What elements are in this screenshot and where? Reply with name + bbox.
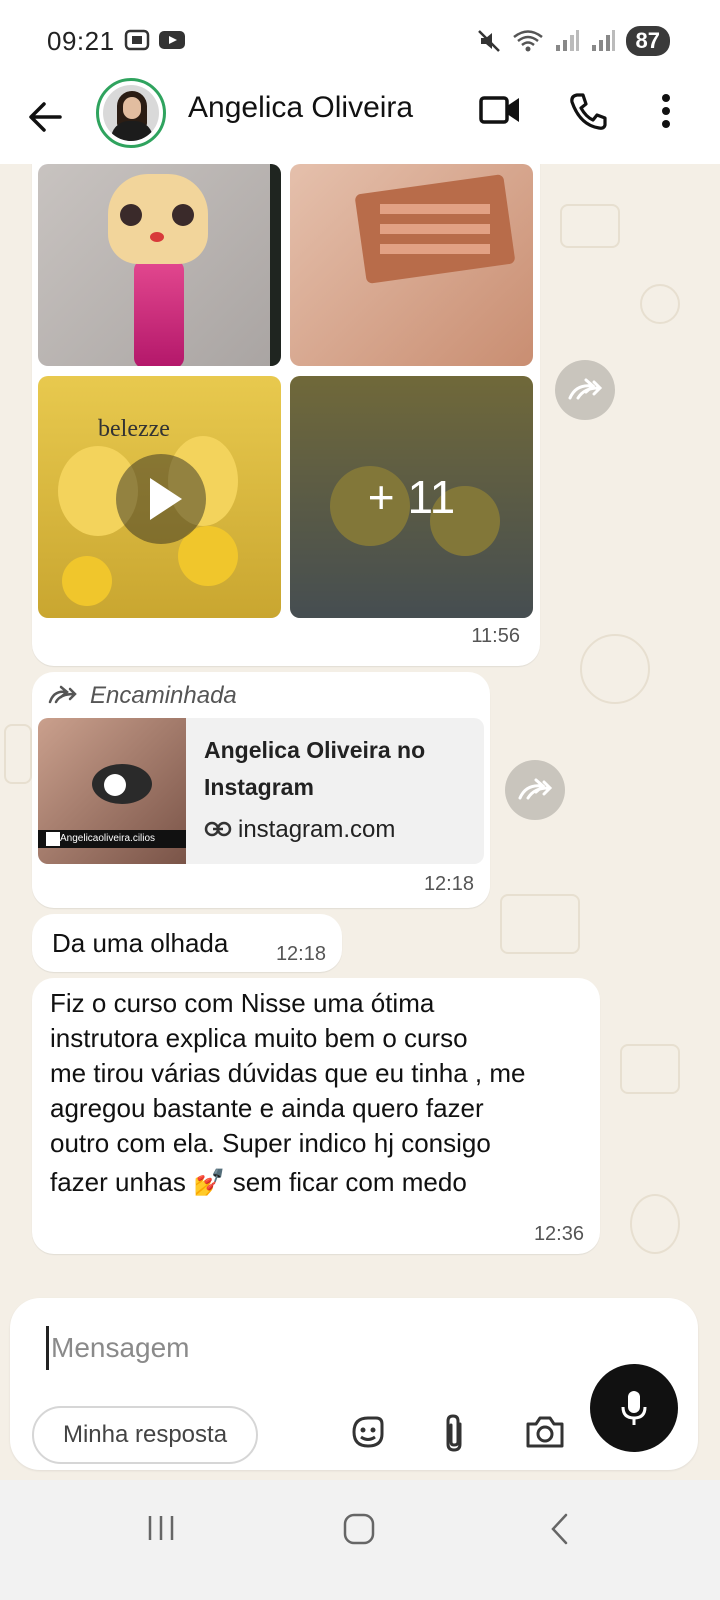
message-time: 11:56 [471,625,520,647]
system-nav-bar [0,1480,720,1600]
album-video-beauty-blender[interactable]: belezze [38,376,281,618]
doodle [580,634,650,704]
doodle [500,894,580,954]
video-call-icon[interactable] [478,92,522,128]
forward-button[interactable] [555,360,615,420]
link-title[interactable]: Angelica Oliveira no Instagram [204,732,474,806]
album-more-photos[interactable]: + 11 [290,376,533,618]
album-photo-palette[interactable] [290,164,533,366]
contact-name[interactable]: Angelica Oliveira [188,91,413,125]
doodle [560,204,620,248]
doodle [4,724,32,784]
attach-icon[interactable] [440,1412,468,1454]
screenshot-icon [124,29,150,51]
message-input[interactable] [46,1326,466,1370]
voice-record-button[interactable] [590,1364,678,1452]
camera-icon[interactable] [524,1412,566,1450]
status-time: 09:21 [47,26,115,56]
back-nav-icon[interactable] [548,1512,570,1546]
message-time: 12:36 [533,1223,584,1245]
message-text: Da uma olhada [52,928,229,958]
more-vert-icon[interactable] [660,92,672,130]
chat-header: Angelica Oliveira [0,78,720,164]
recent-apps-icon[interactable] [146,1512,176,1544]
message-text: Fiz o curso com Nisse uma ótima instruto… [50,988,526,1197]
forward-icon [518,778,552,800]
doodle [630,1194,680,1254]
forward-icon [568,378,602,400]
signal-icon [555,30,579,51]
message-composer: Minha resposta [10,1298,698,1470]
doodle [640,284,680,324]
text-message[interactable]: Da uma olhada 12:18 [32,914,342,972]
back-arrow-icon[interactable] [26,98,64,136]
album-photo-lip-gloss[interactable] [38,164,281,366]
signal-2-icon [591,30,615,51]
album-message[interactable]: belezze + 11 11:56 [32,164,540,666]
quick-reply-chip[interactable]: Minha resposta [32,1406,258,1464]
forwarded-label: Encaminhada [90,682,237,709]
mute-icon [477,30,500,52]
nail-polish-emoji: 💅 [193,1167,226,1197]
doodle [620,1044,680,1094]
link-preview-card[interactable]: Angelicaoliveira.cilios Angelica Oliveir… [38,718,484,864]
text-message[interactable]: Fiz o curso com Nisse uma ótima instruto… [32,978,600,1254]
sticker-icon[interactable] [348,1412,388,1452]
home-icon[interactable] [342,1512,376,1546]
forwarded-icon [48,685,77,704]
battery-level: 87 [625,26,670,56]
chat-area[interactable]: belezze + 11 11:56 Encaminhada Angelicao… [0,164,720,1300]
link-domain[interactable]: instagram.com [238,816,395,844]
play-icon[interactable] [116,454,206,544]
phone-icon[interactable] [568,92,608,130]
youtube-icon [159,31,185,49]
video-indicator-icon [46,832,60,846]
message-time: 12:18 [423,873,474,895]
forward-button[interactable] [505,760,565,820]
message-time: 12:18 [275,943,326,965]
link-icon [204,821,232,837]
microphone-icon [621,1391,647,1425]
wifi-icon [512,30,543,52]
thumbnail-caption: Angelicaoliveira.cilios [38,830,186,848]
forwarded-link-message[interactable]: Encaminhada Angelicaoliveira.cilios Ange… [32,672,490,908]
more-count[interactable]: + 11 [290,376,533,618]
status-bar: 09:21 87 [0,0,720,78]
contact-avatar[interactable] [96,78,166,148]
link-thumbnail[interactable]: Angelicaoliveira.cilios [38,718,186,864]
